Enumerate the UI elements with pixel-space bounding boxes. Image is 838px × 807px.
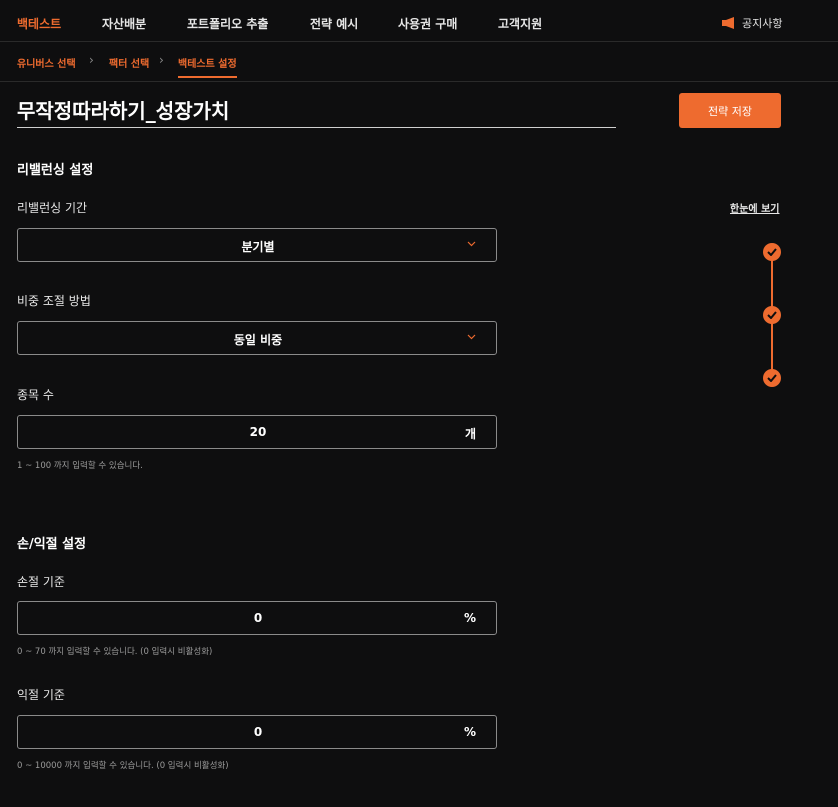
step-3-check-icon [763,369,781,387]
view-all-link[interactable]: 한눈에 보기 [730,200,779,215]
nav-item-license-purchase[interactable]: 사용권 구매 [398,15,457,32]
stock-count-help: 1 ~ 100 까지 입력할 수 있습니다. [17,461,143,471]
weight-method-label: 비중 조절 방법 [17,294,91,308]
top-navigation: 백테스트 자산배분 포트폴리오 추출 전략 예시 사용권 구매 고객지원 공지사… [0,0,838,42]
stop-loss-label: 손절 기준 [17,575,65,589]
take-profit-label: 익절 기준 [17,688,65,702]
nav-item-backtest[interactable]: 백테스트 [17,15,61,32]
stop-loss-unit: % [463,611,476,625]
rebalancing-period-value: 분기별 [241,240,275,254]
stop-loss-value: 0 [253,611,263,625]
rebalancing-period-label: 리밸런싱 기간 [17,201,88,215]
take-profit-help: 0 ~ 10000 까지 입력할 수 있습니다. (0 입력시 비활성화) [17,761,229,771]
stock-count-value: 20 [249,425,267,439]
stock-count-label: 종목 수 [17,388,54,402]
nav-item-asset-allocation[interactable]: 자산배분 [102,15,146,32]
stop-loss-input[interactable]: 0 % [17,601,497,635]
weight-method-value: 동일 비중 [233,333,283,347]
notice-link[interactable]: 공지사항 [722,15,782,31]
strategy-name-field[interactable]: 무작정따라하기_성장가치 [17,95,616,128]
rebalancing-section-title: 리밸런싱 설정 [17,163,94,178]
stock-count-unit: 개 [464,427,476,441]
chevron-right-icon: › [159,53,164,67]
weight-method-select[interactable]: 동일 비중 [17,321,497,355]
rebalancing-period-select[interactable]: 분기별 [17,228,497,262]
breadcrumb-factor-select[interactable]: 팩터 선택 [109,55,149,76]
take-profit-input[interactable]: 0 % [17,715,497,749]
profit-loss-section-title: 손/익절 설정 [17,537,87,552]
nav-item-portfolio-extract[interactable]: 포트폴리오 추출 [187,15,268,32]
nav-item-customer-support[interactable]: 고객지원 [498,15,542,32]
take-profit-value: 0 [253,725,263,739]
breadcrumb: 유니버스 선택 › 팩터 선택 › 백테스트 설정 [0,43,838,82]
breadcrumb-backtest-settings[interactable]: 백테스트 설정 [178,55,237,78]
nav-item-strategy-examples[interactable]: 전략 예시 [310,15,358,32]
notice-label: 공지사항 [742,17,783,30]
stop-loss-help: 0 ~ 70 까지 입력할 수 있습니다. (0 입력시 비활성화) [17,647,213,657]
save-strategy-button[interactable]: 전략 저장 [679,93,781,128]
page-title: 무작정따라하기_성장가치 [17,99,230,123]
stock-count-input[interactable]: 20 개 [17,415,497,449]
step-1-check-icon [763,243,781,261]
take-profit-unit: % [463,725,476,739]
megaphone-icon [722,17,734,29]
chevron-right-icon: › [89,53,94,67]
chevron-down-icon [467,241,476,247]
step-2-check-icon [763,306,781,324]
chevron-down-icon [467,334,476,340]
breadcrumb-universe-select[interactable]: 유니버스 선택 [17,55,76,76]
